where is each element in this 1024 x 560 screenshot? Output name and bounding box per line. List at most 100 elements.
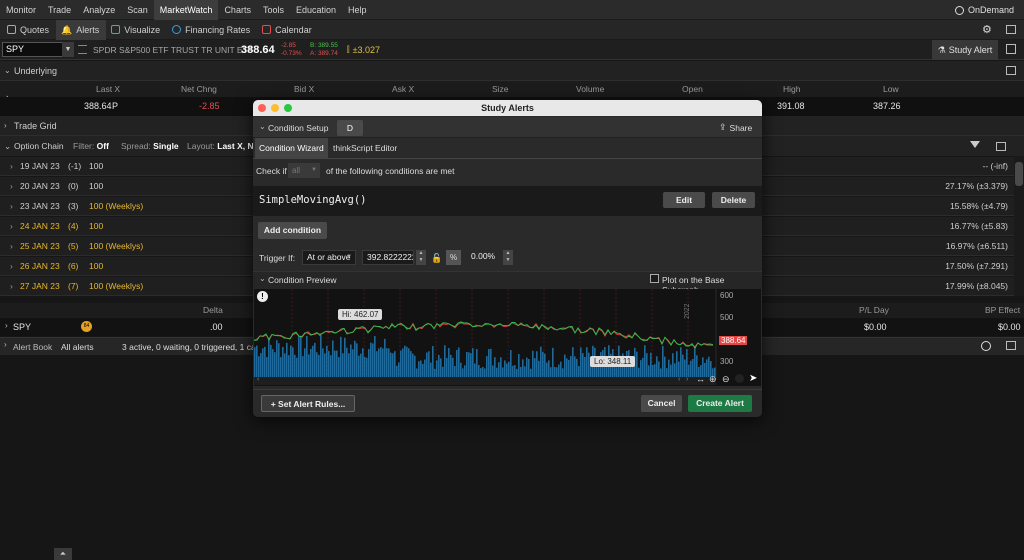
chevron-left-icon[interactable]: ‹ xyxy=(678,376,680,383)
zoom-icon[interactable]: ⊖ xyxy=(722,374,730,385)
col-last-x[interactable]: Last X xyxy=(96,81,120,97)
chart-scrollbar[interactable] xyxy=(254,377,716,385)
condition-preview-chart[interactable]: ! Hi: 462.07 Lo: 348.11 2022 600 500 400… xyxy=(253,289,761,386)
lock-icon[interactable]: 🔓 xyxy=(431,253,442,264)
days-to-exp: (3) xyxy=(68,201,79,211)
pan-icon[interactable]: ↔ xyxy=(696,374,705,384)
scrollbar-thumb[interactable] xyxy=(1015,162,1023,186)
tab-condition-wizard[interactable]: Condition Wizard xyxy=(255,138,328,158)
gear-icon[interactable]: ⚙ xyxy=(982,24,992,36)
cancel-button[interactable]: Cancel xyxy=(641,395,682,412)
underlying-header[interactable]: ⌄ Underlying xyxy=(0,61,1024,81)
alert-book-title[interactable]: Alert Book xyxy=(13,342,52,352)
menu-marketwatch[interactable]: MarketWatch xyxy=(153,0,219,20)
option-chain-title[interactable]: Option Chain xyxy=(14,136,64,156)
col-volume[interactable]: Volume xyxy=(576,81,604,97)
delete-button[interactable]: Delete xyxy=(712,192,755,208)
maximize-window-icon[interactable] xyxy=(284,104,292,112)
cancel-all-icon[interactable] xyxy=(981,341,991,351)
trigger-value-stepper[interactable]: ▲ ▼ xyxy=(416,250,426,265)
col-size[interactable]: Size xyxy=(492,81,509,97)
trigger-condition-dropdown[interactable]: At or above ▼ xyxy=(302,250,356,265)
menu-trade[interactable]: Trade xyxy=(42,0,77,20)
crosshair-icon[interactable]: ⊕ xyxy=(709,374,717,385)
chevron-left-icon[interactable]: ‹ xyxy=(257,376,259,383)
col-high[interactable]: High xyxy=(783,81,800,97)
menu-analyze[interactable]: Analyze xyxy=(77,0,121,20)
implied-vol: -- (-inf) xyxy=(982,161,1009,171)
multiplier: 100 xyxy=(89,221,104,231)
chevron-right-icon[interactable]: › xyxy=(4,340,7,349)
percent-value-input[interactable]: 0.00% xyxy=(467,250,501,265)
close-window-icon[interactable] xyxy=(258,104,266,112)
percent-stepper[interactable]: ▲ ▼ xyxy=(503,250,513,265)
menu-tools[interactable]: Tools xyxy=(257,0,290,20)
condition-setup-label[interactable]: Condition Setup xyxy=(268,123,329,133)
expand-up-icon[interactable]: ⏶ xyxy=(54,548,72,560)
detach-icon[interactable] xyxy=(1006,44,1016,54)
filter-value: Off xyxy=(96,141,109,151)
alert-filter-dropdown[interactable]: All alerts xyxy=(61,342,94,352)
filter-funnel-icon[interactable] xyxy=(970,141,980,148)
detach-icon[interactable] xyxy=(996,142,1006,151)
chevron-down-icon[interactable]: ⌄ xyxy=(4,136,11,156)
col-ask-x[interactable]: Ask X xyxy=(392,81,414,97)
symbol-dropdown-icon[interactable]: ▼ xyxy=(62,42,74,57)
flask-icon: ⚗ xyxy=(937,45,946,55)
net-change-percent: -0.73% xyxy=(281,50,302,57)
tab-alerts[interactable]: 🔔 Alerts xyxy=(56,19,107,40)
drawing-tool-icon[interactable] xyxy=(735,374,744,383)
menu-education[interactable]: Education xyxy=(290,0,342,20)
col-net-chng[interactable]: Net Chng xyxy=(181,81,217,97)
position-pl-day: $0.00 xyxy=(864,322,887,332)
earnings-badge: 84 xyxy=(81,321,92,332)
menu-scan[interactable]: Scan xyxy=(121,0,154,20)
tab-financing-rates[interactable]: Financing Rates xyxy=(167,20,257,40)
col-low[interactable]: Low xyxy=(883,81,899,97)
tab-calendar[interactable]: Calendar xyxy=(257,20,319,40)
share-button[interactable]: ⇪ Share xyxy=(719,122,752,133)
detach-icon[interactable] xyxy=(1006,25,1016,34)
menu-monitor[interactable]: Monitor xyxy=(0,0,42,20)
match-mode-value: all xyxy=(292,166,301,175)
chevron-down-icon[interactable]: ⌄ xyxy=(259,122,266,131)
detach-icon[interactable] xyxy=(1006,341,1016,350)
underlying-last-exchange: P xyxy=(112,101,119,111)
match-mode-dropdown[interactable]: all ▼ xyxy=(288,163,320,178)
create-alert-button[interactable]: Create Alert xyxy=(688,395,752,412)
chevron-down-icon[interactable]: ⌄ xyxy=(259,274,266,283)
set-alert-rules-button[interactable]: + Set Alert Rules... xyxy=(261,395,355,412)
percent-toggle[interactable]: % xyxy=(446,250,461,265)
detach-icon[interactable] xyxy=(1006,66,1016,75)
filter-label: Filter: xyxy=(73,141,95,151)
col-bid-x[interactable]: Bid X xyxy=(294,81,314,97)
ondemand-button[interactable]: OnDemand xyxy=(954,0,1014,20)
col-open[interactable]: Open xyxy=(682,81,703,97)
trigger-value-input[interactable]: 392.8222222 xyxy=(362,250,414,265)
aggregation-button[interactable]: D xyxy=(337,120,363,136)
minimize-window-icon[interactable] xyxy=(271,104,279,112)
tab-quotes-label: Quotes xyxy=(20,24,50,35)
tab-quotes[interactable]: Quotes xyxy=(2,20,56,40)
edit-button[interactable]: Edit xyxy=(663,192,705,208)
spread-control[interactable]: Spread: Single xyxy=(121,136,179,156)
alert-warning-icon[interactable]: ! xyxy=(257,291,268,302)
days-to-exp: (7) xyxy=(68,281,79,291)
tab-thinkscript-editor[interactable]: thinkScript Editor xyxy=(329,138,401,158)
chevron-right-icon[interactable]: › xyxy=(5,321,8,330)
implied-vol: 15.58% (±4.79) xyxy=(949,201,1008,211)
expiration-date: 26 JAN 23 xyxy=(20,261,60,271)
symbol-menu-icon[interactable] xyxy=(78,45,87,54)
study-alert-button[interactable]: ⚗ Study Alert xyxy=(932,40,998,60)
condition-expression[interactable]: SimpleMovingAvg() xyxy=(259,194,366,206)
menu-help[interactable]: Help xyxy=(342,0,373,20)
chevron-right-icon[interactable]: › xyxy=(686,376,688,383)
filter-control[interactable]: Filter: Off xyxy=(73,136,109,156)
menu-charts[interactable]: Charts xyxy=(218,0,257,20)
add-condition-button[interactable]: Add condition xyxy=(258,222,327,239)
condition-preview-label[interactable]: Condition Preview xyxy=(268,275,337,285)
tab-visualize[interactable]: Visualize xyxy=(106,20,167,40)
ondemand-icon xyxy=(954,5,964,15)
layout-control[interactable]: Layout: Last X, Ne xyxy=(187,136,258,156)
plot-base-checkbox[interactable] xyxy=(650,274,659,283)
